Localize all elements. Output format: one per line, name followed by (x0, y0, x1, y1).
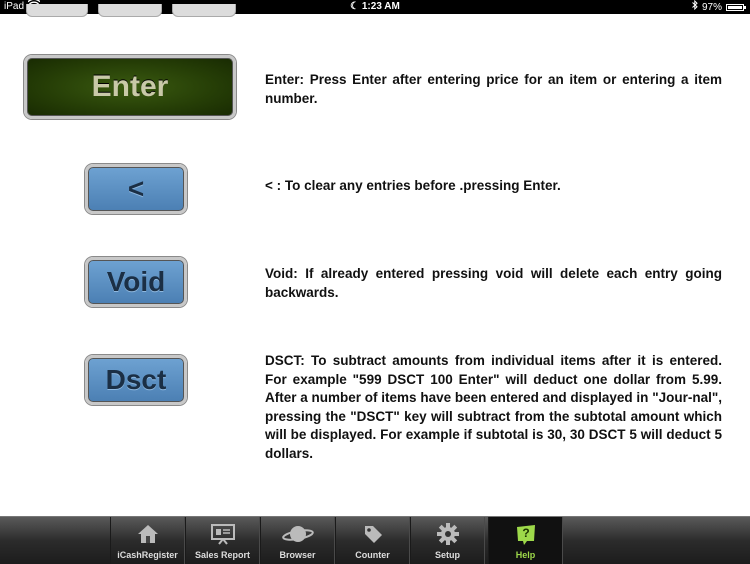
partial-key[interactable] (172, 4, 236, 17)
tab-label: Browser (279, 550, 316, 560)
tab-counter[interactable]: Counter (335, 517, 410, 564)
clear-key-description: < : To clear any entries before .pressin… (265, 178, 561, 193)
tab-sales-report[interactable]: Sales Report (185, 517, 260, 564)
tab-browser[interactable]: Browser (260, 517, 335, 564)
presentation-board-icon (186, 523, 259, 545)
tab-help[interactable]: ? Help (488, 517, 563, 564)
tab-label: Help (515, 550, 536, 560)
tab-bar: iCashRegister Sales Report Browser Count… (0, 516, 750, 564)
tab-icashregister[interactable]: iCashRegister (110, 517, 185, 564)
planet-icon (261, 523, 334, 545)
void-key[interactable]: Void (85, 257, 187, 307)
discount-key-description: DSCT: To subtract amounts from individua… (265, 353, 722, 461)
clock: 1:23 AM (361, 1, 400, 12)
tab-label: iCashRegister (117, 550, 178, 560)
discount-key[interactable]: Dsct (85, 355, 187, 405)
partial-key[interactable] (98, 4, 162, 17)
tab-label: Sales Report (194, 550, 251, 560)
enter-key[interactable]: Enter (24, 55, 236, 119)
svg-text:?: ? (522, 526, 529, 540)
moon-icon: ☾ (350, 1, 360, 12)
tab-label: Setup (434, 550, 460, 560)
help-question-icon: ? (489, 523, 562, 545)
bluetooth-icon (692, 0, 698, 15)
tab-label: Counter (355, 550, 390, 560)
battery-percent: 97% (701, 1, 722, 13)
tab-setup[interactable]: Setup (410, 517, 485, 564)
partial-key[interactable] (26, 4, 88, 17)
house-icon (111, 523, 184, 545)
gear-icon (411, 523, 484, 545)
battery-icon (726, 4, 746, 11)
void-key-description: Void: If already entered pressing void w… (265, 266, 722, 300)
price-tag-icon (336, 523, 409, 545)
enter-key-description: Enter: Press Enter after entering price … (265, 72, 722, 106)
clear-key[interactable]: < (85, 164, 187, 214)
